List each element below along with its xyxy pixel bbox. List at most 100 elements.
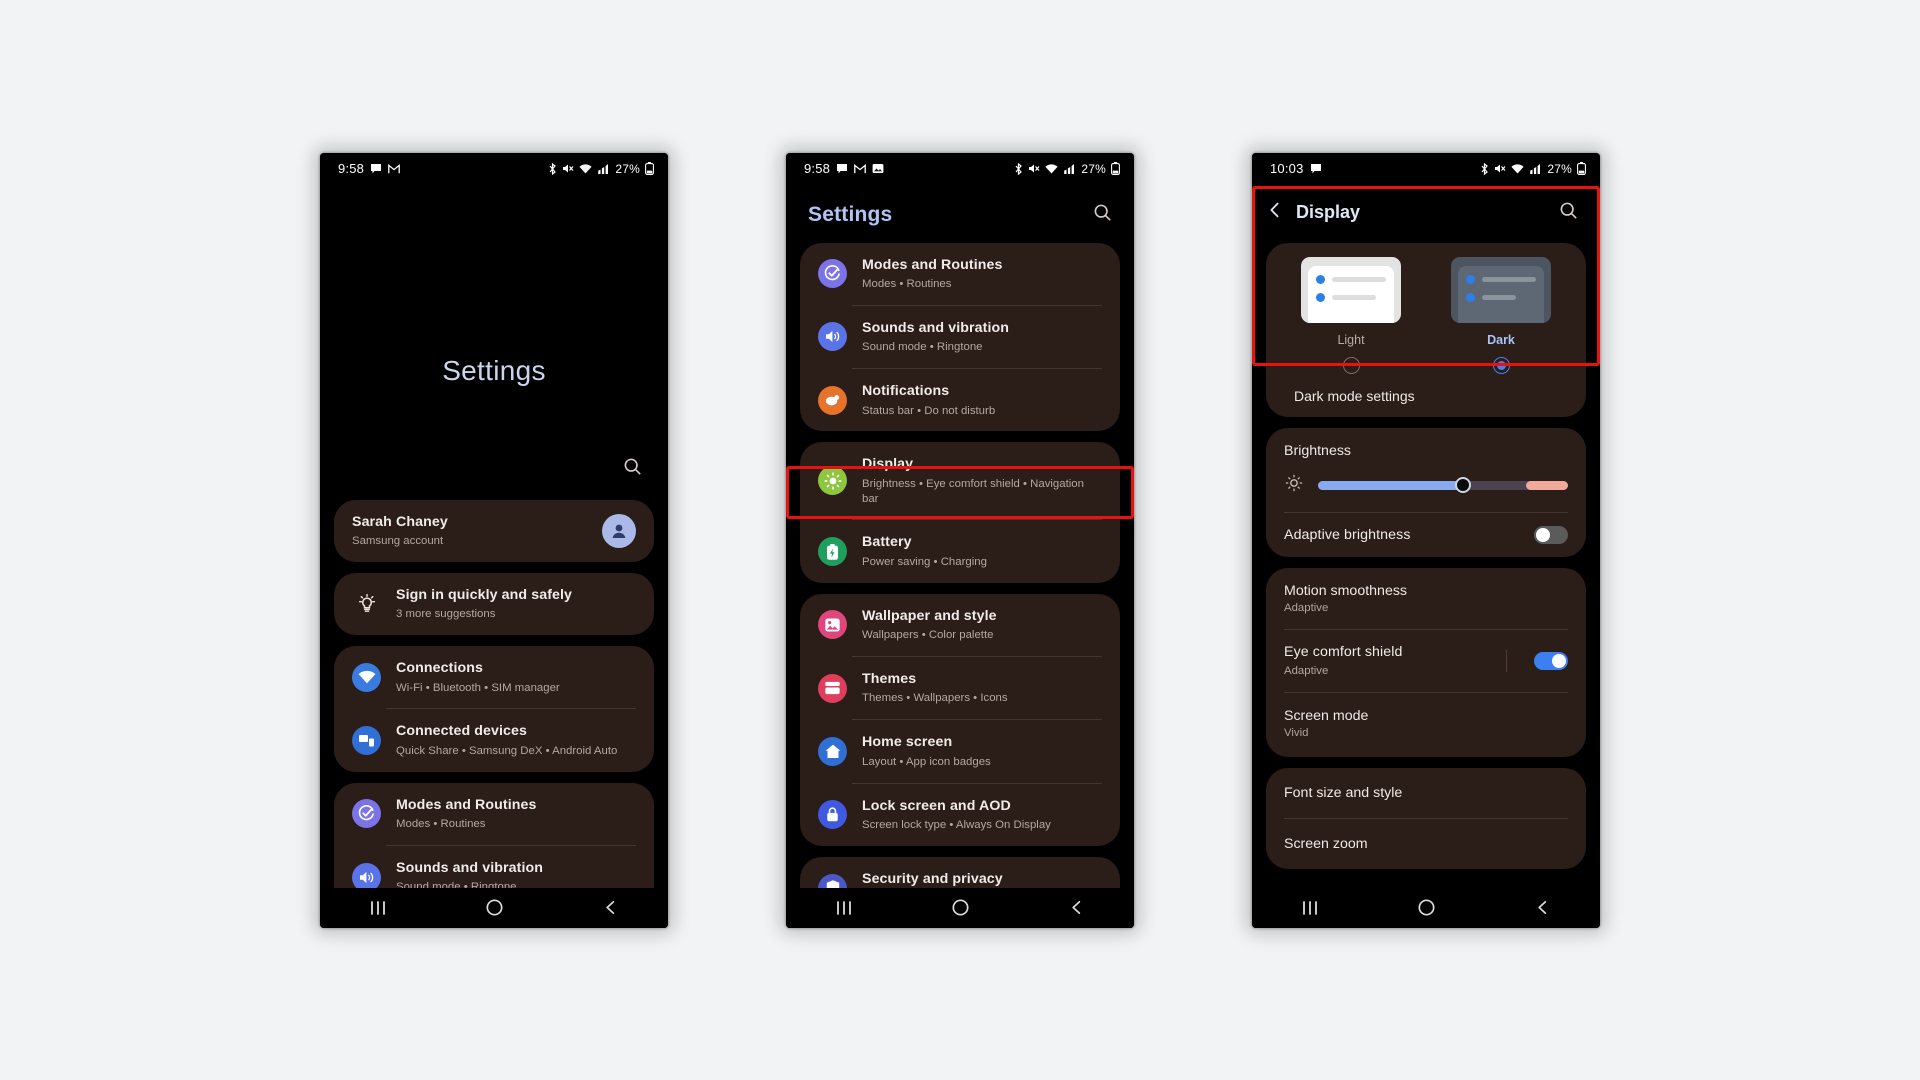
phone-2-navigation-bar[interactable]	[786, 887, 1134, 928]
group-card-1[interactable]: Modes and Routines Modes • Routines Soun…	[800, 242, 1120, 432]
back-button[interactable]	[1052, 888, 1100, 928]
screen-mode-row[interactable]: Screen mode Vivid	[1266, 693, 1586, 757]
brightness-knob[interactable]	[1455, 477, 1471, 493]
phone-2: 9:58 27% Settings Modes and Routines Mod…	[786, 152, 1134, 928]
list-item-subtitle: Modes • Routines	[396, 818, 486, 831]
modes-icon	[818, 259, 847, 289]
motion-smoothness-row[interactable]: Motion smoothness Adaptive	[1266, 568, 1586, 629]
eye-comfort-toggle[interactable]	[1534, 652, 1568, 671]
phone-3-navigation-bar[interactable]	[1252, 887, 1600, 928]
list-item[interactable]: Notifications Status bar • Do not distur…	[800, 369, 1120, 431]
list-item[interactable]: Battery Power saving • Charging	[800, 520, 1120, 582]
back-button[interactable]	[1268, 201, 1282, 224]
screen-mode-label: Screen mode	[1284, 708, 1369, 725]
dark-mode-settings-row[interactable]: Dark mode settings	[1276, 374, 1576, 413]
gallery-icon	[872, 163, 884, 174]
battery-icon	[1111, 162, 1120, 175]
screen-zoom-row[interactable]: Screen zoom	[1266, 819, 1586, 869]
list-item[interactable]: Connections Wi-Fi • Bluetooth • SIM mana…	[334, 646, 654, 708]
home-button[interactable]	[936, 888, 984, 928]
preview-dot-icon	[1316, 274, 1325, 284]
list-item[interactable]: Modes and Routines Modes • Routines	[800, 243, 1120, 305]
group-card-2[interactable]: Display Brightness • Eye comfort shield …	[800, 442, 1120, 583]
suggestion-subtitle: 3 more suggestions	[396, 608, 496, 621]
phone-1-content[interactable]: Settings Sarah Chaney Samsung account Si…	[320, 185, 668, 888]
status-time: 10:03	[1270, 161, 1304, 176]
phone-3-content[interactable]: Display Light Dark Dark mode settings Br…	[1252, 185, 1600, 888]
search-icon	[1094, 204, 1111, 221]
display-header: Display	[1252, 185, 1600, 239]
recents-button[interactable]	[354, 888, 402, 928]
home-button[interactable]	[470, 888, 518, 928]
brightness-label: Brightness	[1284, 442, 1352, 459]
list-item[interactable]: Wallpaper and style Wallpapers • Color p…	[800, 594, 1120, 656]
theme-label-dark: Dark	[1487, 332, 1515, 347]
light-theme-preview[interactable]	[1301, 256, 1401, 323]
account-card[interactable]: Sarah Chaney Samsung account	[334, 499, 654, 562]
radio-light[interactable]	[1342, 356, 1360, 374]
search-button[interactable]	[320, 457, 668, 476]
brightness-card[interactable]: Brightness Adaptive brightness	[1266, 427, 1586, 557]
search-button[interactable]	[1559, 201, 1578, 225]
list-item-display[interactable]: Display Brightness • Eye comfort shield …	[800, 442, 1120, 519]
list-item-text: Display Brightness • Eye comfort shield …	[862, 455, 1102, 506]
group-card-4[interactable]: Security and privacy Biometrics • Permis…	[800, 856, 1120, 888]
back-button[interactable]	[1518, 888, 1566, 928]
list-item[interactable]: Connected devices Quick Share • Samsung …	[334, 709, 654, 771]
sound-icon	[352, 862, 381, 888]
list-item-subtitle: Modes • Routines	[862, 277, 952, 290]
list-item[interactable]: Modes and Routines Modes • Routines	[334, 783, 654, 845]
list-item-subtitle: Brightness • Eye comfort shield • Naviga…	[862, 477, 1084, 505]
wifi-icon	[1045, 163, 1058, 174]
list-item[interactable]: Security and privacy Biometrics • Permis…	[800, 857, 1120, 888]
theme-option-dark[interactable]: Dark	[1436, 256, 1566, 374]
brightness-slider[interactable]	[1318, 477, 1568, 493]
recents-button[interactable]	[1286, 888, 1334, 928]
battery-icon	[645, 162, 654, 175]
adaptive-brightness-row[interactable]: Adaptive brightness	[1266, 513, 1586, 557]
account-text: Sarah Chaney Samsung account	[352, 513, 587, 549]
list-item-title: Lock screen and AOD	[862, 797, 1011, 814]
list-item[interactable]: Home screen Layout • App icon badges	[800, 720, 1120, 782]
phone-1-navigation-bar[interactable]	[320, 887, 668, 928]
suggestion-row[interactable]: Sign in quickly and safely 3 more sugges…	[334, 573, 654, 635]
radio-dark[interactable]	[1492, 356, 1510, 374]
search-button[interactable]	[1093, 203, 1112, 227]
list-item[interactable]: Sounds and vibration Sound mode • Ringto…	[334, 846, 654, 888]
font-size-row[interactable]: Font size and style	[1266, 768, 1586, 818]
home-button[interactable]	[1402, 888, 1450, 928]
battery-percent: 27%	[1547, 161, 1572, 176]
avatar[interactable]	[602, 513, 636, 548]
account-row[interactable]: Sarah Chaney Samsung account	[334, 500, 654, 562]
eye-comfort-shield-row[interactable]: Eye comfort shield Adaptive	[1266, 630, 1586, 692]
status-right: 27%	[548, 162, 654, 176]
theme-mode-card[interactable]: Light Dark Dark mode settings	[1266, 242, 1586, 417]
shield-icon	[818, 873, 847, 888]
suggestion-card[interactable]: Sign in quickly and safely 3 more sugges…	[334, 572, 654, 636]
phone-3: 10:03 27% Display Light Dark Dark mode s…	[1252, 152, 1600, 928]
adaptive-brightness-label: Adaptive brightness	[1284, 526, 1411, 543]
screen-settings-card[interactable]: Motion smoothness Adaptive Eye comfort s…	[1266, 567, 1586, 758]
connections-card[interactable]: Connections Wi-Fi • Bluetooth • SIM mana…	[334, 646, 654, 772]
list-item-title: Sounds and vibration	[396, 859, 544, 876]
list-item[interactable]: Themes Themes • Wallpapers • Icons	[800, 657, 1120, 719]
bluetooth-icon	[548, 162, 557, 175]
account-name: Sarah Chaney	[352, 513, 448, 530]
font-zoom-card[interactable]: Font size and style Screen zoom	[1266, 768, 1586, 870]
brightness-slider-row[interactable]	[1266, 461, 1586, 512]
theme-option-light[interactable]: Light	[1286, 256, 1416, 374]
adaptive-brightness-toggle[interactable]	[1534, 525, 1568, 544]
back-button[interactable]	[586, 888, 634, 928]
group-card-3[interactable]: Wallpaper and style Wallpapers • Color p…	[800, 593, 1120, 846]
list-item[interactable]: Lock screen and AOD Screen lock type • A…	[800, 784, 1120, 846]
preview-bar	[1482, 294, 1516, 300]
modes-card[interactable]: Modes and Routines Modes • Routines Soun…	[334, 782, 654, 888]
list-item-title: Display	[862, 456, 914, 473]
list-item-subtitle: Sound mode • Ringtone	[862, 341, 983, 354]
phone-2-content[interactable]: Settings Modes and Routines Modes • Rout…	[786, 185, 1134, 888]
list-item[interactable]: Sounds and vibration Sound mode • Ringto…	[800, 306, 1120, 368]
mute-icon	[562, 163, 574, 174]
dark-theme-preview[interactable]	[1451, 256, 1551, 323]
recents-button[interactable]	[820, 888, 868, 928]
eye-comfort-label: Eye comfort shield	[1284, 643, 1403, 660]
